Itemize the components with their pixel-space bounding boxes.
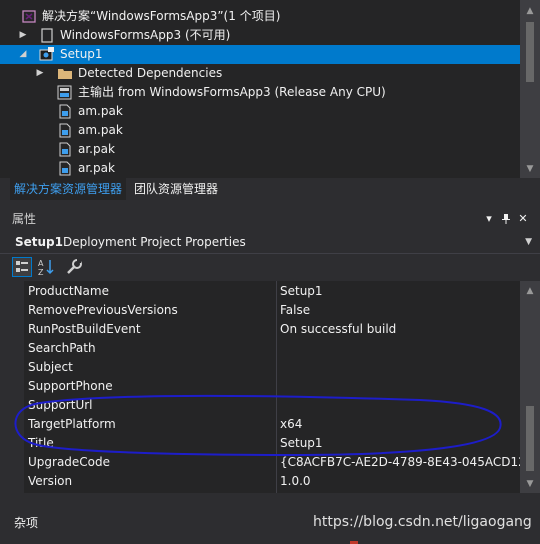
property-row[interactable]: Title Setup1 (14, 434, 520, 453)
scroll-thumb[interactable] (526, 406, 534, 471)
property-description-area: 杂项 https://blog.csdn.net/ligaogang (0, 510, 540, 544)
property-name: RunPostBuildEvent (28, 322, 141, 336)
chevron-right-icon[interactable]: ▶ (18, 26, 28, 45)
file-icon (58, 123, 72, 138)
unavailable-project-icon (40, 28, 54, 43)
category-label: 杂项 (14, 516, 39, 530)
scroll-thumb[interactable] (526, 22, 534, 82)
alphabetical-button[interactable]: AZ (36, 257, 56, 277)
scroll-up-icon[interactable]: ▲ (520, 284, 540, 298)
property-row[interactable]: Subject (14, 358, 520, 377)
chevron-expanded-icon[interactable]: ◢ (18, 45, 28, 64)
tab-team-explorer[interactable]: 团队资源管理器 (130, 178, 222, 200)
tree-item-label: Setup1 (60, 47, 103, 61)
property-value[interactable]: Setup1 (280, 434, 323, 453)
property-row[interactable]: ProductName Setup1 (14, 282, 520, 301)
tab-solution-explorer[interactable]: 解决方案资源管理器 (10, 178, 127, 200)
property-value[interactable]: On successful build (280, 320, 396, 339)
primary-output-icon (57, 85, 72, 100)
property-value[interactable]: {C8ACFB7C-AE2D-4789-8E43-045ACD129 (280, 453, 520, 472)
properties-toolbar: AZ (0, 254, 540, 280)
property-row[interactable]: Version 1.0.0 (14, 472, 520, 491)
property-name: Version (28, 474, 73, 488)
close-icon[interactable]: ✕ (516, 209, 530, 229)
folder-icon (57, 66, 72, 81)
scroll-down-icon[interactable]: ▼ (520, 477, 540, 491)
property-value[interactable]: 1.0.0 (280, 472, 311, 491)
property-name: ProductName (28, 284, 109, 298)
property-row[interactable]: SupportUrl (14, 396, 520, 415)
object-description: Deployment Project Properties (63, 235, 246, 249)
watermark: https://blog.csdn.net/ligaogang (313, 514, 532, 530)
properties-header: 属性 ▾ ✕ (0, 209, 540, 229)
property-pages-wrench-icon[interactable] (64, 257, 84, 277)
object-name: Setup1 (15, 235, 63, 249)
property-row[interactable]: SupportPhone (14, 377, 520, 396)
tree-item-file[interactable]: ar.pak (0, 159, 520, 178)
tree-item-file[interactable]: ar.pak (0, 140, 520, 159)
tree-item-label: am.pak (78, 104, 123, 118)
svg-text:Z: Z (38, 268, 44, 277)
property-value[interactable]: x64 (280, 415, 302, 434)
chevron-right-icon[interactable]: ▶ (35, 64, 45, 83)
property-row[interactable]: RunPostBuildEvent On successful build (14, 320, 520, 339)
property-name: Subject (28, 360, 73, 374)
explorer-tabs: 解决方案资源管理器 团队资源管理器 (0, 178, 540, 200)
tree-item-file[interactable]: am.pak (0, 102, 520, 121)
property-row[interactable]: UpgradeCode {C8ACFB7C-AE2D-4789-8E43-045… (14, 453, 520, 472)
property-name: UpgradeCode (28, 455, 111, 469)
dropdown-icon[interactable]: ▾ (482, 209, 496, 229)
properties-title: 属性 (12, 212, 37, 226)
tree-item-file[interactable]: am.pak (0, 121, 520, 140)
tree-item-label: WindowsFormsApp3 (不可用) (60, 28, 231, 42)
property-name: RemovePreviousVersions (28, 303, 178, 317)
file-icon (58, 104, 72, 119)
property-name: Title (28, 436, 54, 450)
property-grid-scrollbar[interactable]: ▲ ▼ (520, 281, 540, 493)
property-value[interactable]: False (280, 301, 310, 320)
property-row[interactable]: RemovePreviousVersions False (14, 301, 520, 320)
file-icon (58, 161, 72, 176)
property-name: SearchPath (28, 341, 96, 355)
tree-scrollbar[interactable]: ▲ ▼ (520, 0, 540, 178)
tree-item-solution[interactable]: 解决方案“WindowsFormsApp3”(1 个项目) (0, 7, 520, 26)
property-grid[interactable]: ProductName Setup1 RemovePreviousVersion… (14, 281, 520, 493)
tree-item-label: ar.pak (78, 142, 115, 156)
solution-explorer-tree[interactable]: 解决方案“WindowsFormsApp3”(1 个项目) ▶ WindowsF… (0, 0, 520, 178)
categorized-button[interactable] (12, 257, 32, 277)
setup-project-icon (39, 47, 54, 62)
scroll-down-icon[interactable]: ▼ (520, 162, 540, 176)
property-name: SupportUrl (28, 398, 93, 412)
tree-item-detected-dependencies[interactable]: ▶ Detected Dependencies (0, 64, 520, 83)
property-value[interactable]: Setup1 (280, 282, 323, 301)
solution-icon (22, 9, 36, 24)
tree-item-setup1[interactable]: ◢ Setup1 (0, 45, 520, 64)
tree-item-label: 主输出 from WindowsFormsApp3 (Release Any C… (78, 85, 386, 99)
tree-item-label: ar.pak (78, 161, 115, 175)
file-icon (58, 142, 72, 157)
property-name: SupportPhone (28, 379, 113, 393)
tree-item-label: am.pak (78, 123, 123, 137)
tree-item-primary-output[interactable]: 主输出 from WindowsFormsApp3 (Release Any C… (0, 83, 520, 102)
tree-item-label: 解决方案“WindowsFormsApp3”(1 个项目) (42, 9, 281, 23)
scroll-up-icon[interactable]: ▲ (520, 4, 540, 18)
property-name: TargetPlatform (28, 417, 116, 431)
tree-item-label: Detected Dependencies (78, 66, 223, 80)
tree-item-project-unavailable[interactable]: ▶ WindowsFormsApp3 (不可用) (0, 26, 520, 45)
chevron-down-icon[interactable]: ▼ (525, 231, 532, 253)
pin-icon[interactable] (499, 209, 513, 232)
svg-text:A: A (38, 259, 44, 268)
property-row[interactable]: SearchPath (14, 339, 520, 358)
object-selector[interactable]: Setup1 Deployment Project Properties ▼ (0, 231, 540, 254)
property-row-target-platform[interactable]: TargetPlatform x64 (14, 415, 520, 434)
